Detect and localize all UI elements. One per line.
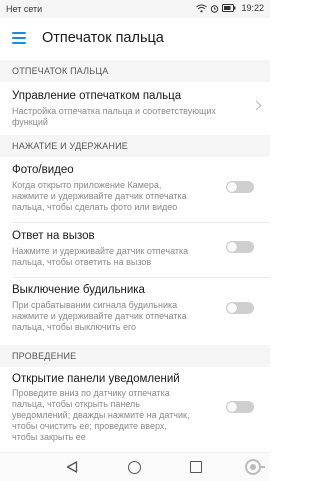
item-subtitle: Настройка отпечатка пальца и соответству… — [12, 106, 216, 127]
item-title: Ответ на вызов — [12, 230, 95, 242]
notification-panel-toggle[interactable] — [226, 401, 254, 413]
item-title: Открытие панели уведомлений — [12, 373, 180, 385]
menu-icon[interactable] — [12, 32, 26, 44]
carrier-label: Нет сети — [6, 4, 43, 14]
alarm-off-toggle[interactable] — [226, 302, 254, 314]
item-subtitle: При срабатывании сигнала будильника нажми… — [12, 300, 187, 332]
home-icon[interactable] — [128, 461, 141, 474]
alarm-off-item: Выключение будильника При срабатывании с… — [0, 278, 270, 344]
section-header-swipe: ПРОВЕДЕНИЕ — [0, 345, 270, 367]
wifi-icon — [196, 4, 208, 12]
status-icons: 19:22 — [196, 3, 264, 13]
section-header-press-hold: НАЖАТИЕ И УДЕРЖАНИЕ — [0, 135, 270, 157]
answer-call-item: Ответ на вызов Нажмите и удерживайте дат… — [0, 223, 270, 277]
fingerprint-management-item[interactable]: Управление отпечатком пальца Настройка о… — [0, 82, 270, 134]
item-title: Фото/видео — [12, 164, 74, 176]
answer-call-toggle[interactable] — [226, 241, 254, 253]
watermark-logo-icon — [245, 459, 265, 475]
app-bar: Отпечаток пальца — [0, 18, 270, 58]
section-header-label: ОТПЕЧАТОК ПАЛЬЦА — [12, 66, 109, 76]
clock: 19:22 — [241, 3, 264, 13]
item-title: Управление отпечатком пальца — [12, 90, 182, 102]
item-subtitle: Проведите вниз по датчику отпечатка пальц… — [12, 388, 190, 442]
navigation-bar — [0, 452, 270, 481]
recent-apps-icon[interactable] — [190, 461, 202, 473]
item-title: Выключение будильника — [12, 284, 145, 296]
section-header-label: ПРОВЕДЕНИЕ — [12, 351, 77, 361]
section-header-fingerprint: ОТПЕЧАТОК ПАЛЬЦА — [0, 60, 270, 82]
page-title: Отпечаток пальца — [42, 30, 164, 46]
status-bar: Нет сети 19:22 — [0, 0, 270, 18]
photo-video-item: Фото/видео Когда открыто приложение Каме… — [0, 157, 270, 222]
chevron-right-icon — [251, 100, 262, 111]
photo-video-toggle[interactable] — [226, 181, 254, 193]
item-subtitle: Нажмите и удерживайте датчик отпечатка па… — [12, 246, 189, 267]
battery-icon — [222, 4, 236, 12]
notification-panel-item: Открытие панели уведомлений Проведите вн… — [0, 367, 270, 452]
back-icon[interactable] — [66, 461, 78, 473]
item-subtitle: Когда открыто приложение Камера, нажмите … — [12, 180, 187, 212]
section-header-label: НАЖАТИЕ И УДЕРЖАНИЕ — [12, 141, 128, 151]
alarm-icon — [211, 4, 219, 13]
